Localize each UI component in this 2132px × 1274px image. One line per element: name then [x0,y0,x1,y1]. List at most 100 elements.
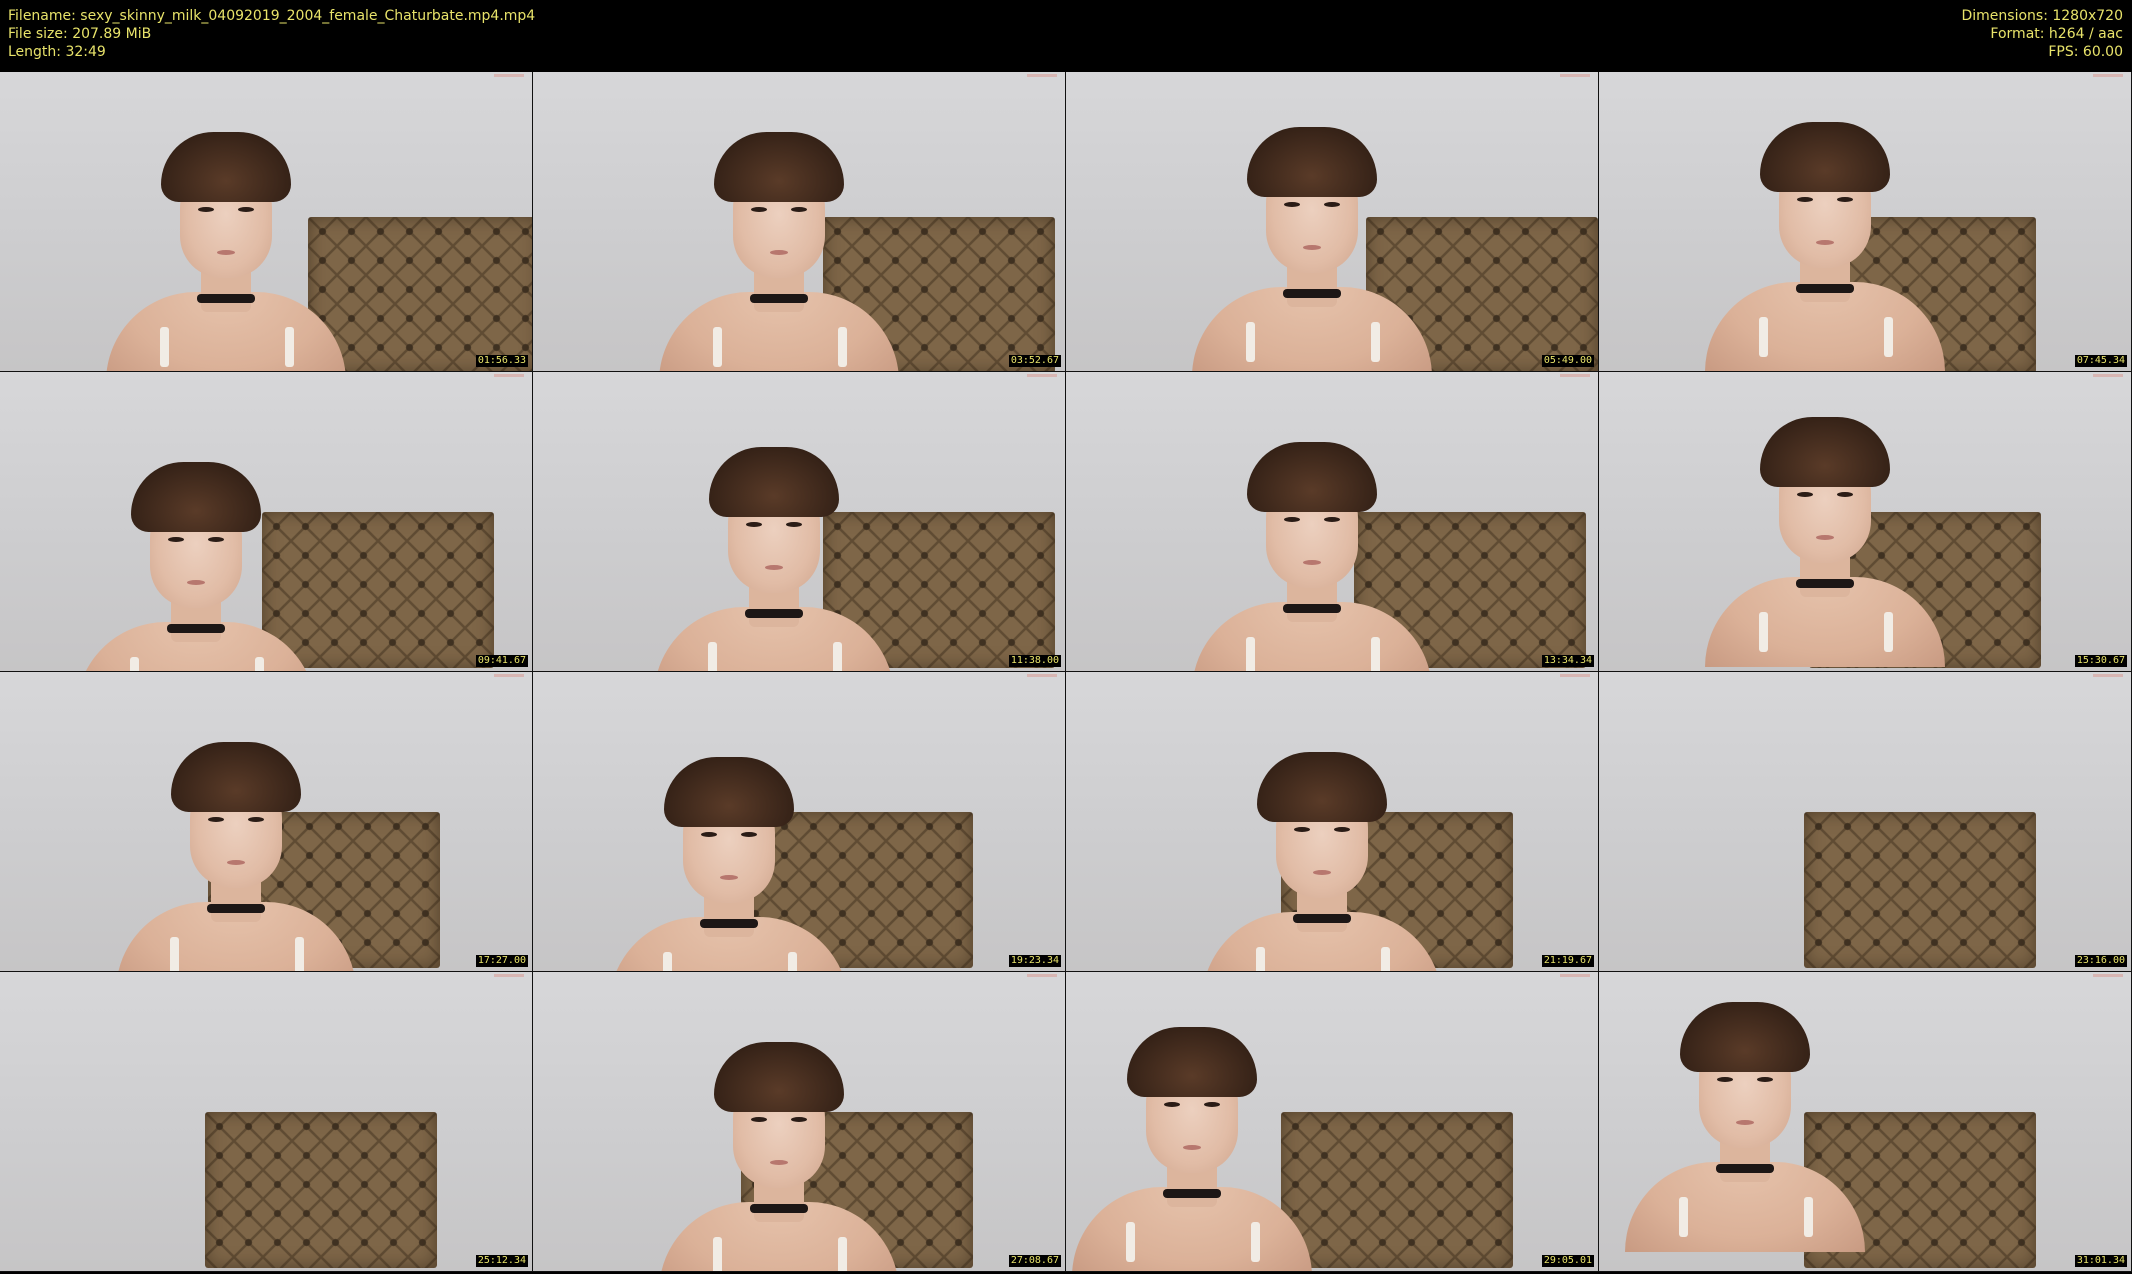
top-strap [1371,322,1380,362]
mouth [720,875,738,880]
choker-necklace [1283,289,1341,298]
thumbnail-timestamp: 11:38.00 [1008,655,1061,667]
eye [208,537,224,542]
dimensions-text: Dimensions: 1280x720 [1961,8,2123,24]
choker-necklace [1163,1189,1221,1198]
thumbnail-timestamp: 23:16.00 [2074,955,2127,967]
eye [751,1117,767,1122]
choker-necklace [207,904,265,913]
eye [1837,197,1853,202]
person-figure [1066,672,1598,971]
top-strap [1246,322,1255,362]
eye [1797,197,1813,202]
eye [701,832,717,837]
thumbnail-timestamp: 07:45.34 [2074,355,2127,367]
choker-necklace [167,624,225,633]
top-strap [1884,317,1893,357]
person-figure [533,72,1065,371]
video-thumbnail: 05:49.00 [1066,72,1599,372]
eye [238,207,254,212]
eye [1164,1102,1180,1107]
video-thumbnail: 17:27.00 [0,672,533,972]
video-thumbnail: 01:56.33 [0,72,533,372]
choker-necklace [700,919,758,928]
eye [1284,517,1300,522]
video-thumbnail: 07:45.34 [1599,72,2132,372]
top-strap [1371,637,1380,671]
top-strap [788,952,797,971]
video-thumbnail: 13:34.34 [1066,372,1599,672]
top-strap [838,327,847,367]
video-thumbnail: 09:41.67 [0,372,533,672]
hair [709,447,839,517]
top-strap [170,937,179,971]
video-thumbnail: 25:12.34 [0,972,533,1272]
eye [1334,827,1350,832]
choker-necklace [750,1204,808,1213]
watermark [2093,674,2123,677]
hair [1127,1027,1257,1097]
person-figure [533,372,1065,671]
hair [714,1042,844,1112]
top-strap [1884,612,1893,652]
eye [751,207,767,212]
thumbnail-timestamp: 17:27.00 [475,955,528,967]
top-strap [713,1237,722,1271]
eye [1837,492,1853,497]
choker-necklace [750,294,808,303]
hair [1760,417,1890,487]
mouth [770,250,788,255]
video-thumbnail: 27:08.67 [533,972,1066,1272]
eye [791,1117,807,1122]
eye [1324,202,1340,207]
top-strap [833,642,842,671]
choker-necklace [745,609,803,618]
top-strap [1759,317,1768,357]
eye [208,817,224,822]
hair [1247,127,1377,197]
person-figure [0,672,532,971]
top-strap [1251,1222,1260,1262]
thumbnail-timestamp: 05:49.00 [1541,355,1594,367]
top-strap [1804,1197,1813,1237]
hair [161,132,291,202]
hair [171,742,301,812]
info-header: Filename: sexy_skinny_milk_04092019_2004… [0,0,2132,72]
thumbnail-timestamp: 03:52.67 [1008,355,1061,367]
file-info-right: Dimensions: 1280x720 Format: h264 / aac … [1961,7,2123,61]
choker-necklace [1716,1164,1774,1173]
mouth [765,565,783,570]
hair [1247,442,1377,512]
choker-necklace [197,294,255,303]
mouth [227,860,245,865]
eye [791,207,807,212]
top-strap [708,642,717,671]
person-figure [1599,72,2131,371]
format-text: Format: h264 / aac [1990,26,2123,42]
choker-necklace [1283,604,1341,613]
eye [746,522,762,527]
top-strap [1381,947,1390,971]
person-figure [1066,972,1598,1271]
thumbnail-timestamp: 29:05.01 [1541,1255,1594,1267]
person-figure [1066,72,1598,371]
person-figure [1066,372,1598,671]
person-figure [533,672,1065,971]
eye [1294,827,1310,832]
top-strap [1679,1197,1688,1237]
hair [1760,122,1890,192]
thumbnail-timestamp: 09:41.67 [475,655,528,667]
video-thumbnail: 11:38.00 [533,372,1066,672]
hair [131,462,261,532]
eye [248,817,264,822]
thumbnail-timestamp: 27:08.67 [1008,1255,1061,1267]
eye [1204,1102,1220,1107]
top-strap [1126,1222,1135,1262]
hair [1257,752,1387,822]
eye [198,207,214,212]
top-strap [1256,947,1265,971]
tufted-headboard [205,1112,437,1268]
mouth [1313,870,1331,875]
tufted-headboard [1804,812,2036,968]
top-strap [1759,612,1768,652]
